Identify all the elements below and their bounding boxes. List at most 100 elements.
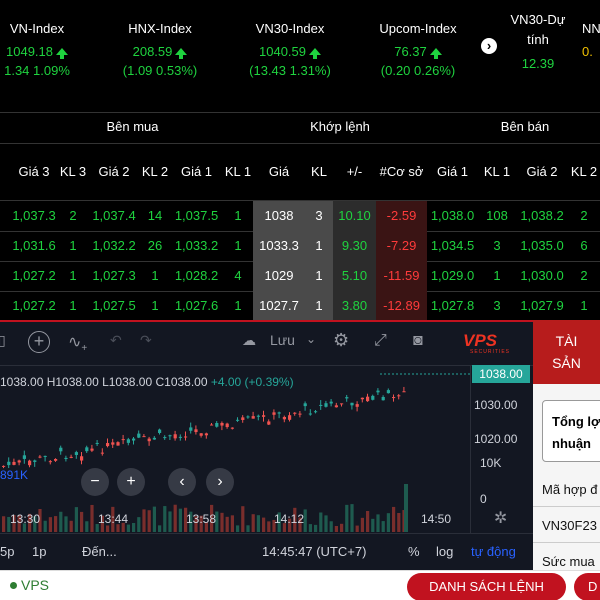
undo-icon[interactable]: ↶ <box>110 332 122 349</box>
candle-body <box>371 395 375 400</box>
zoom-out-button[interactable]: − <box>81 468 109 496</box>
tab-assets[interactable]: TÀI SẢN <box>533 320 600 384</box>
auto-toggle[interactable]: tự động <box>471 544 516 559</box>
footer-brand: VPS <box>10 577 49 593</box>
index-hnx[interactable]: HNX-Index 208.59 (1.09 0.53%) <box>115 20 205 79</box>
index-vn30[interactable]: VN30-Index 1040.59 (13.43 1.31%) <box>240 20 340 79</box>
book-cell[interactable]: 3.80 <box>333 291 376 321</box>
book-cell[interactable]: 1 <box>58 261 88 291</box>
book-cell[interactable]: 1,031.6 <box>10 231 58 261</box>
add-indicator-icon[interactable]: + <box>28 331 50 353</box>
index-vn[interactable]: VN-Index 1049.18 1.34 1.09% <box>0 20 82 79</box>
book-cell[interactable]: 1033.3 <box>253 231 305 261</box>
book-cell[interactable]: 3 <box>478 291 516 321</box>
book-cell[interactable]: 1 <box>305 291 333 321</box>
camera-icon[interactable]: ◙ <box>413 332 423 350</box>
book-cell[interactable]: 1,037.5 <box>170 201 223 231</box>
book-cell[interactable]: 1029 <box>253 261 305 291</box>
book-cell[interactable]: 1 <box>58 291 88 321</box>
order-list-button[interactable]: DANH SÁCH LỆNH <box>407 573 566 600</box>
chevron-right-icon[interactable]: › <box>481 38 497 54</box>
fullscreen-icon[interactable]: ⤢ <box>374 332 387 350</box>
book-cell[interactable]: 1,028.2 <box>170 261 223 291</box>
extra-button[interactable]: D <box>574 573 600 600</box>
book-cell[interactable]: 1 <box>223 231 253 261</box>
scroll-right-button[interactable]: › <box>206 468 234 496</box>
book-cell[interactable]: 1,032.2 <box>88 231 140 261</box>
book-cell[interactable]: 1 <box>223 201 253 231</box>
book-cell[interactable]: 1,027.5 <box>88 291 140 321</box>
book-cell[interactable]: 3 <box>478 231 516 261</box>
book-cell[interactable]: 108 <box>478 201 516 231</box>
percent-toggle[interactable]: % <box>408 544 420 559</box>
book-cell[interactable]: 5.10 <box>333 261 376 291</box>
goto-button[interactable]: Đến... <box>82 544 117 559</box>
book-cell[interactable]: 1 <box>140 261 170 291</box>
book-cell[interactable]: 1,027.2 <box>10 261 58 291</box>
profit-card[interactable]: Tổng lợ nhuận <box>542 400 600 462</box>
book-cell[interactable]: 1,038.2 <box>516 201 568 231</box>
contract-value[interactable]: VN30F23 <box>542 518 597 533</box>
book-cell[interactable]: 1 <box>140 291 170 321</box>
period-1p[interactable]: 1p <box>32 544 46 559</box>
book-cell[interactable]: 14 <box>140 201 170 231</box>
book-cell[interactable]: -11.59 <box>376 261 427 291</box>
book-cell[interactable]: 1027.7 <box>253 291 305 321</box>
candle-body <box>230 427 234 429</box>
book-cell[interactable]: -12.89 <box>376 291 427 321</box>
book-cell[interactable]: 1,037.3 <box>10 201 58 231</box>
book-cell[interactable]: 1,027.6 <box>170 291 223 321</box>
book-cell[interactable]: 26 <box>140 231 170 261</box>
book-cell[interactable]: 1 <box>305 261 333 291</box>
book-cell[interactable]: 1,027.8 <box>427 291 478 321</box>
compare-icon[interactable]: ∿+ <box>68 332 87 354</box>
book-cell[interactable]: 1 <box>223 291 253 321</box>
scroll-left-button[interactable]: ‹ <box>168 468 196 496</box>
volume-bar <box>329 521 333 532</box>
chevron-down-icon[interactable]: ⌄ <box>306 332 316 346</box>
candle-body <box>54 458 58 461</box>
book-cell[interactable]: 3 <box>305 201 333 231</box>
book-cell[interactable]: 1038 <box>253 201 305 231</box>
redo-icon[interactable]: ↷ <box>140 332 152 349</box>
index-vn30-forecast[interactable]: VN30-Dự tính 12.39 <box>505 10 571 72</box>
book-cell[interactable]: 1 <box>305 231 333 261</box>
gear-icon[interactable]: ⚙ <box>333 330 349 351</box>
zoom-in-button[interactable]: + <box>117 468 145 496</box>
book-cell[interactable]: 2 <box>568 261 600 291</box>
candlestick-plot[interactable] <box>0 366 470 556</box>
book-cell[interactable]: 1,030.0 <box>516 261 568 291</box>
col-header: KL 1 <box>224 164 252 179</box>
book-cell[interactable]: 1,027.2 <box>10 291 58 321</box>
book-cell[interactable]: 1,029.0 <box>427 261 478 291</box>
footer-bar: VPS DANH SÁCH LỆNH D <box>0 570 600 600</box>
book-cell[interactable]: 4 <box>223 261 253 291</box>
book-cell[interactable]: -2.59 <box>376 201 427 231</box>
index-upcom[interactable]: Upcom-Index 76.37 (0.20 0.26%) <box>368 20 468 79</box>
index-nn[interactable]: NN 0. <box>582 20 600 60</box>
settings-icon[interactable]: ✲ <box>494 508 507 528</box>
book-cell[interactable]: 1 <box>568 291 600 321</box>
book-cell[interactable]: 1,034.5 <box>427 231 478 261</box>
book-cell[interactable]: 1,027.9 <box>516 291 568 321</box>
book-cell[interactable]: 10.10 <box>333 201 376 231</box>
period-5p[interactable]: 5p <box>0 544 14 559</box>
book-cell[interactable]: -7.29 <box>376 231 427 261</box>
price-chart[interactable]: ▯ + ∿+ ↶ ↷ ☁ Lưu ⌄ ⚙ ⤢ ◙ VPS SECURITIES … <box>0 320 533 570</box>
book-cell[interactable]: 1 <box>478 261 516 291</box>
candle-type-icon[interactable]: ▯ <box>0 332 6 349</box>
book-cell[interactable]: 2 <box>58 201 88 231</box>
save-button[interactable]: Lưu <box>270 332 295 348</box>
book-cell[interactable]: 9.30 <box>333 231 376 261</box>
index-change: 1.34 1.09% <box>4 63 70 78</box>
book-cell[interactable]: 1 <box>58 231 88 261</box>
book-cell[interactable]: 1,027.3 <box>88 261 140 291</box>
book-cell[interactable]: 2 <box>568 201 600 231</box>
candle-body <box>303 403 307 407</box>
book-cell[interactable]: 6 <box>568 231 600 261</box>
book-cell[interactable]: 1,037.4 <box>88 201 140 231</box>
book-cell[interactable]: 1,033.2 <box>170 231 223 261</box>
book-cell[interactable]: 1,038.0 <box>427 201 478 231</box>
book-cell[interactable]: 1,035.0 <box>516 231 568 261</box>
log-toggle[interactable]: log <box>436 544 453 559</box>
